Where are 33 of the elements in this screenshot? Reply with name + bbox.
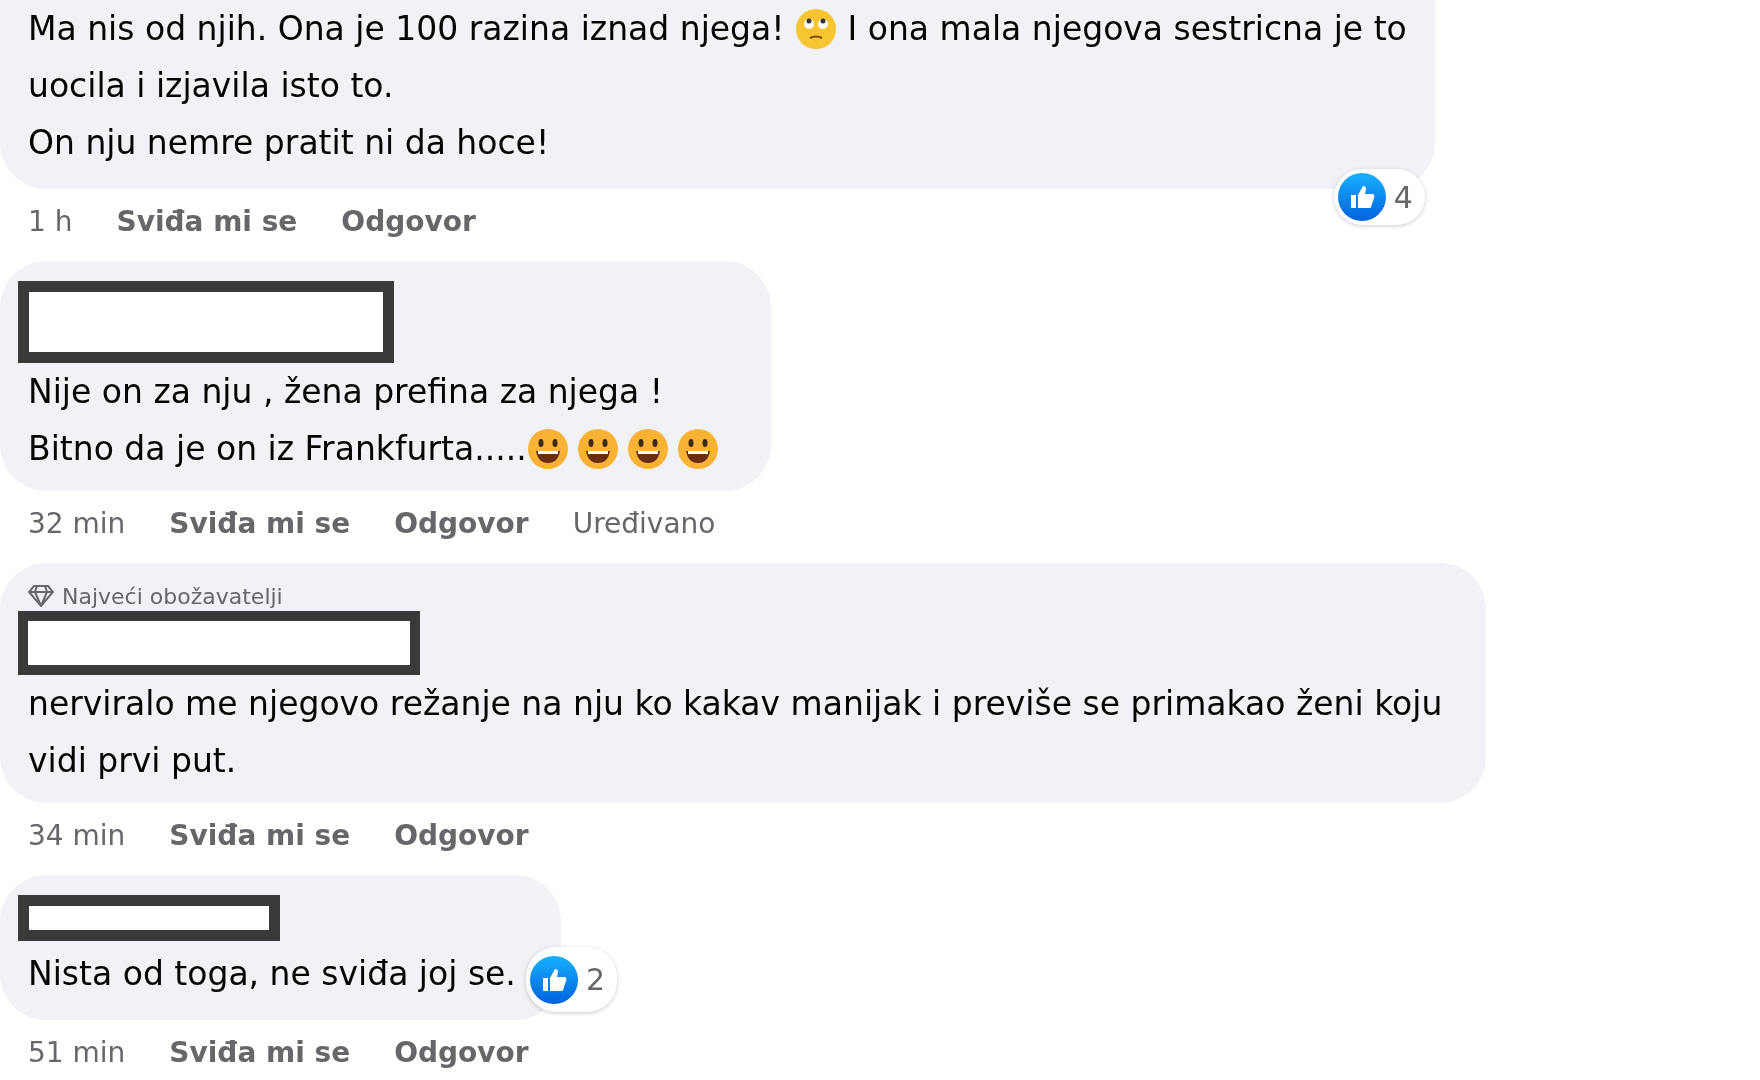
grinning-emoji-icon: [576, 427, 619, 470]
comment-time: 1 h: [28, 204, 73, 238]
reaction-count[interactable]: 4: [1333, 169, 1425, 225]
comment-text: I ona mala njegova sestricna je to: [846, 8, 1407, 50]
grinning-emoji-icon: [526, 427, 569, 470]
comment-text: vidi prvi put.: [28, 740, 237, 782]
comment-text: uocila i izjavila isto to.: [28, 65, 394, 107]
comment-text: On nju nemre pratit ni da hoce!: [28, 122, 550, 164]
grinning-emoji-icon: [676, 427, 719, 470]
comment-text: nerviralo me njegovo režanje na nju ko kakav manijak i previše se primakao ženi koju: [28, 683, 1443, 725]
reply-link[interactable]: Odgovor: [394, 818, 529, 852]
diamond-icon: [28, 585, 54, 607]
thumbs-up-icon: [529, 955, 578, 1004]
reply-link[interactable]: Odgovor: [341, 204, 476, 238]
edited-label: Uređivano: [572, 506, 716, 540]
top-fan-label: Najveći obožavatelji: [62, 583, 283, 609]
eye-roll-emoji-icon: [795, 7, 837, 50]
reaction-count[interactable]: 2: [525, 947, 617, 1012]
comment-time: 51 min: [28, 1035, 126, 1069]
like-link[interactable]: Sviđa mi se: [169, 818, 351, 852]
like-link[interactable]: Sviđa mi se: [116, 204, 298, 238]
comment-text: Bitno da je on iz Frankfurta.....: [28, 428, 527, 470]
reply-link[interactable]: Odgovor: [394, 506, 529, 540]
thumbs-up-icon: [1337, 173, 1386, 221]
comment-text: Nista od toga, ne sviđa joj se.: [28, 953, 516, 995]
comment-text: Nije on za nju , žena prefina za njega !: [28, 371, 663, 413]
comment-time: 34 min: [28, 818, 126, 852]
like-link[interactable]: Sviđa mi se: [169, 506, 351, 540]
comment-text: Ma nis od njih. Ona je 100 razina iznad njega!: [28, 8, 786, 50]
comment-time: 32 min: [28, 506, 126, 540]
reply-link[interactable]: Odgovor: [394, 1035, 529, 1069]
grinning-emoji-icon: [626, 427, 669, 470]
like-link[interactable]: Sviđa mi se: [169, 1035, 351, 1069]
